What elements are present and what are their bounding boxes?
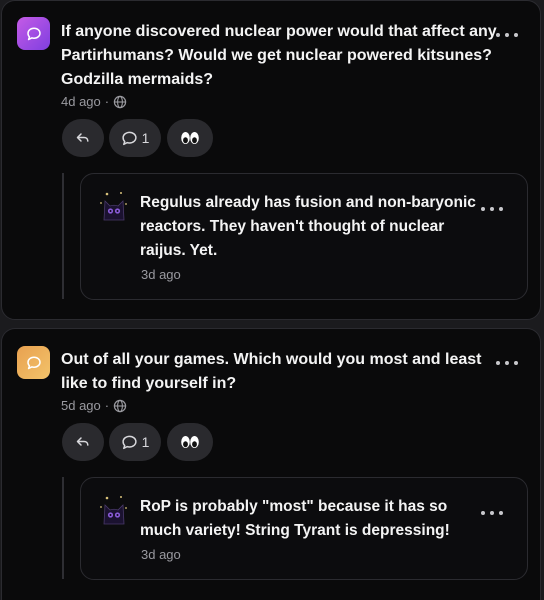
more-dots-icon	[481, 511, 485, 515]
anonymous-avatar	[17, 346, 50, 379]
reply-button[interactable]	[62, 119, 104, 157]
more-options-button[interactable]	[496, 357, 518, 369]
more-dots-icon	[481, 207, 485, 211]
reply-more-options-button[interactable]	[481, 203, 503, 215]
reply-time: 3d ago	[141, 267, 181, 282]
comments-button[interactable]: 1	[109, 119, 161, 157]
more-options-button[interactable]	[496, 29, 518, 41]
question-card: If anyone discovered nuclear power would…	[1, 0, 541, 320]
cat-avatar	[100, 496, 127, 525]
globe-icon	[113, 95, 127, 108]
meta-separator: ·	[104, 94, 110, 109]
question-card: Out of all your games. Which would you m…	[1, 328, 541, 600]
post-time: 4d ago	[61, 94, 101, 109]
eyes-icon	[181, 436, 199, 448]
thread-line	[62, 477, 64, 579]
reply-arrow-icon	[76, 437, 89, 446]
reply-arrow-icon	[76, 133, 89, 142]
speech-bubble-icon	[26, 355, 41, 369]
comment-icon	[121, 131, 137, 145]
eyes-reaction-button[interactable]	[167, 119, 213, 157]
comments-button[interactable]: 1	[109, 423, 161, 461]
reply-text: Regulus already has fusion and non-baryo…	[140, 194, 476, 259]
speech-bubble-icon	[26, 26, 41, 40]
question-text: If anyone discovered nuclear power would…	[61, 23, 497, 88]
eyes-reaction-button[interactable]	[167, 423, 213, 461]
comment-count: 1	[141, 130, 150, 146]
question-text: Out of all your games. Which would you m…	[61, 351, 482, 392]
reply-more-options-button[interactable]	[481, 507, 503, 519]
eyes-icon	[181, 132, 199, 144]
reply-card: RoP is probably "most" because it has so…	[80, 477, 528, 580]
cat-avatar	[100, 192, 127, 221]
more-dots-icon	[496, 361, 500, 365]
reply-text: RoP is probably "most" because it has so…	[140, 498, 450, 539]
post-meta: 4d ago ·	[61, 94, 127, 109]
post-meta: 5d ago ·	[61, 398, 127, 413]
thread-line	[62, 173, 64, 299]
post-time: 5d ago	[61, 398, 101, 413]
globe-icon	[113, 399, 127, 412]
reply-button[interactable]	[62, 423, 104, 461]
anonymous-avatar	[17, 17, 50, 50]
more-dots-icon	[496, 33, 500, 37]
reply-card: Regulus already has fusion and non-baryo…	[80, 173, 528, 300]
reply-time: 3d ago	[141, 547, 181, 562]
comment-count: 1	[141, 434, 150, 450]
comment-icon	[121, 435, 137, 449]
meta-separator: ·	[104, 398, 110, 413]
